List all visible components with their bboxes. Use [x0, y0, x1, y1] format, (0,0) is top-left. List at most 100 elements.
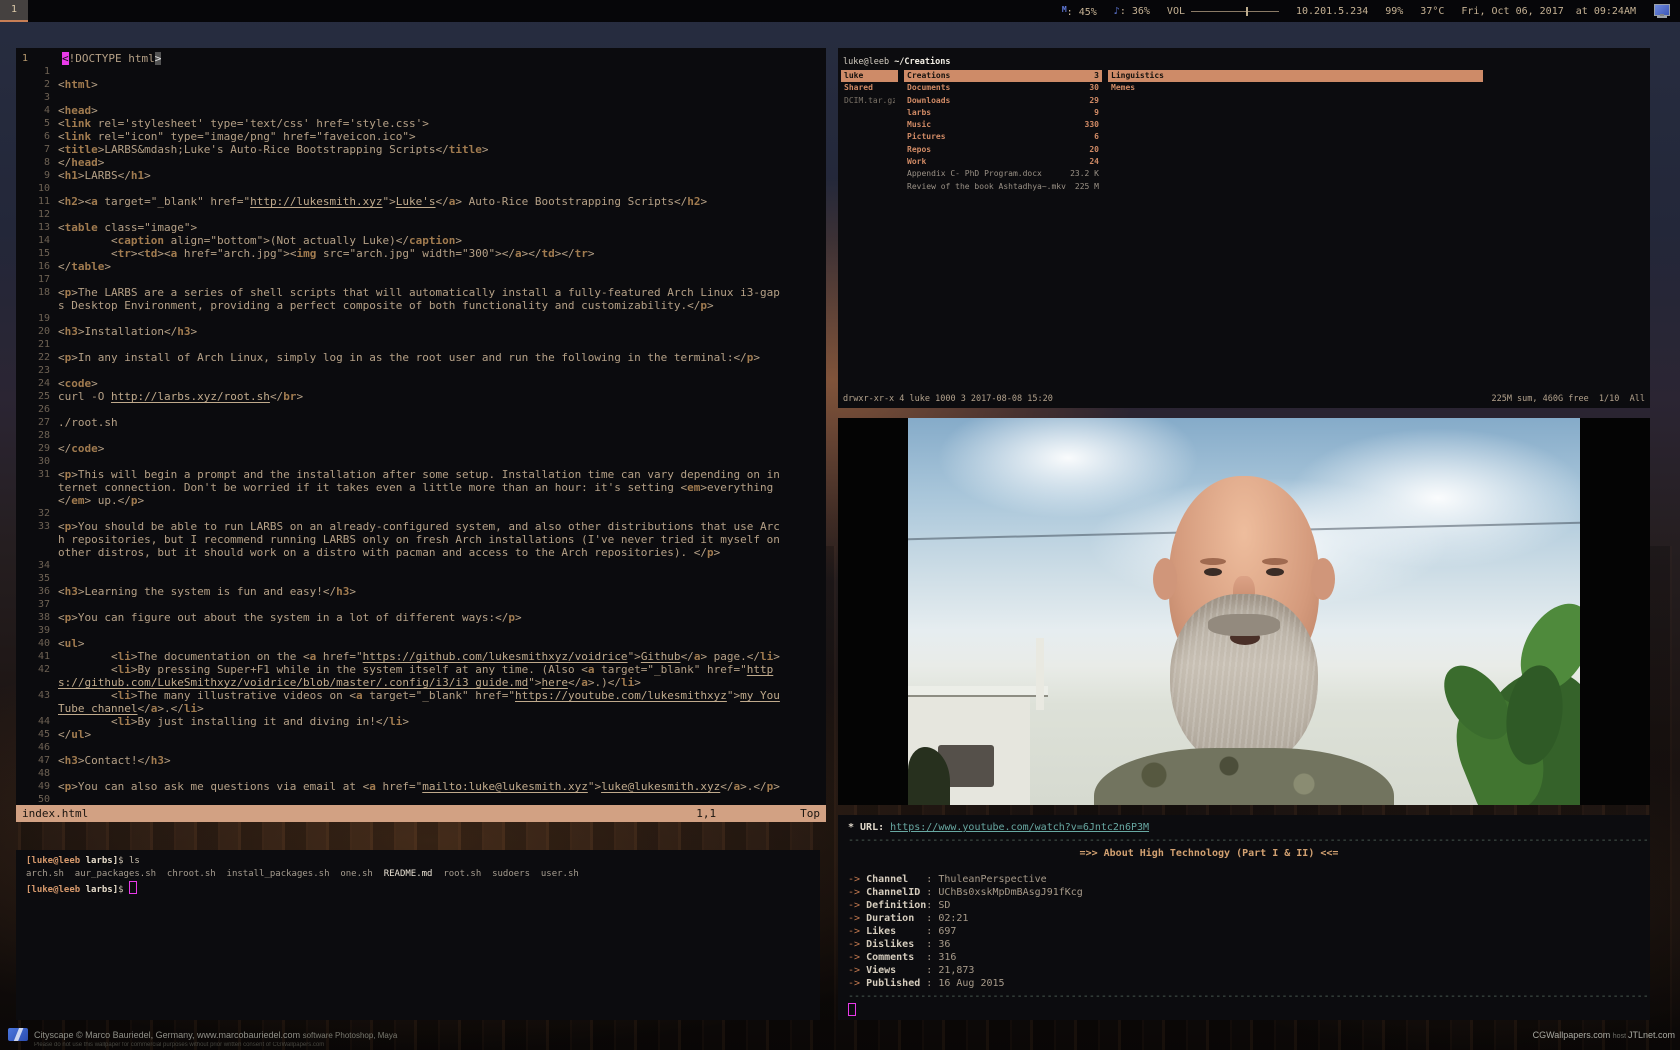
code-text — [58, 455, 786, 468]
code-line: 31<p>This will begin a prompt and the in… — [18, 468, 826, 507]
ranger-parent-column: lukeSharedDCIM.tar.gz — [841, 70, 898, 107]
line-number: 44 — [18, 715, 58, 728]
line-number: 23 — [18, 364, 58, 377]
ranger-row[interactable]: Downloads29 — [904, 95, 1102, 107]
code-text — [58, 403, 786, 416]
tray-monitor-icon[interactable] — [1653, 3, 1672, 20]
shell-prompt-line: [luke@leeb larbs]$ ls — [26, 855, 820, 868]
presenter-mustache — [1208, 614, 1280, 636]
ranger-row[interactable]: Review of the book Ashtadhya~.mkv225 M — [904, 181, 1102, 193]
line-number: 41 — [18, 650, 58, 663]
temperature: 37°C — [1420, 6, 1444, 17]
metadata-row: -> Comments : 316 — [848, 951, 1650, 964]
presenter-brow — [1262, 558, 1288, 565]
line-number: 43 — [18, 689, 58, 715]
line-number: 10 — [18, 182, 58, 195]
code-text: <li>By pressing Super+F1 while in the sy… — [58, 663, 786, 689]
ranger-row[interactable]: Repos20 — [904, 144, 1102, 156]
ranger-row[interactable]: Memes — [1108, 82, 1483, 94]
code-text: <p>You can also ask me questions via ema… — [58, 780, 786, 793]
metadata-row: -> Duration : 02:21 — [848, 912, 1650, 925]
battery-percent: 99% — [1385, 6, 1403, 17]
code-text: </ul> — [58, 728, 786, 741]
ranger-row[interactable]: luke — [841, 70, 898, 82]
ranger-row[interactable]: Music330 — [904, 119, 1102, 131]
ranger-statusbar: drwxr-xr-x 4 luke 1000 3 2017-08-08 15:2… — [843, 393, 1645, 405]
code-line: 15 <tr><td><a href="arch.jpg"><img src="… — [18, 247, 826, 260]
ranger-row[interactable]: Shared — [841, 82, 898, 94]
line-number: 42 — [18, 663, 58, 689]
code-line: 32 — [18, 507, 826, 520]
line-number: 1 — [18, 65, 58, 78]
line-number: 39 — [18, 624, 58, 637]
code-text — [58, 741, 786, 754]
code-text — [58, 208, 786, 221]
code-text: <caption align="bottom">(Not actually Lu… — [58, 234, 786, 247]
shell-terminal-window[interactable]: [luke@leeb larbs]$ lsarch.sh aur_package… — [16, 850, 820, 1020]
ranger-row[interactable]: DCIM.tar.gz — [841, 95, 898, 107]
line-number: 19 — [18, 312, 58, 325]
code-line: 36<h3>Learning the system is fun and eas… — [18, 585, 826, 598]
presenter-brow — [1200, 558, 1226, 565]
line-number: 21 — [18, 338, 58, 351]
code-text: <table class="image"> — [58, 221, 786, 234]
code-text: <p>This will begin a prompt and the inst… — [58, 468, 786, 507]
ranger-row[interactable]: larbs9 — [904, 107, 1102, 119]
line-number: 26 — [18, 403, 58, 416]
presenter-ear — [1153, 558, 1177, 600]
code-text — [58, 65, 786, 78]
metadata-row: -> Dislikes : 36 — [848, 938, 1650, 951]
volume-slider[interactable]: VOL — [1167, 6, 1279, 17]
volume-track — [1191, 11, 1279, 12]
line-number: 13 — [18, 221, 58, 234]
code-line: 24<code> — [18, 377, 826, 390]
code-line: 14 <caption align="bottom">(Not actually… — [18, 234, 826, 247]
code-line: 18<p>The LARBS are a series of shell scr… — [18, 286, 826, 312]
disk-usage: 225M sum, 460G free 1/10 All — [1491, 393, 1645, 405]
ranger-row[interactable]: Appendix C- PhD Program.docx23.2 K — [904, 168, 1102, 180]
line-number: 4 — [18, 104, 58, 117]
line-number: 7 — [18, 143, 58, 156]
code-text: <li>The documentation on the <a href="ht… — [58, 650, 786, 663]
code-text: <code> — [58, 377, 786, 390]
video-url-link[interactable]: https://www.youtube.com/watch?v=6Jntc2n6… — [890, 822, 1149, 833]
code-text: </code> — [58, 442, 786, 455]
code-text: <h3>Installation</h3> — [58, 325, 786, 338]
vim-cursor: < — [62, 52, 69, 65]
code-line: 29</code> — [18, 442, 826, 455]
code-text — [58, 572, 786, 585]
code-line: 11<h2><a target="_blank" href="http://lu… — [18, 195, 826, 208]
ranger-row[interactable]: Work24 — [904, 156, 1102, 168]
workspace-button[interactable]: 1 — [0, 0, 28, 22]
code-text: <h1>LARBS</h1> — [58, 169, 786, 182]
presenter-eye — [1266, 568, 1284, 576]
editor-statusline: index.html 1,1 Top — [16, 805, 826, 822]
editor-window[interactable]: 1<!DOCTYPE html>12<html>34<head>5<link r… — [16, 48, 826, 822]
ranger-row[interactable]: Creations3 — [904, 70, 1102, 82]
code-line: 47<h3>Contact!</h3> — [18, 754, 826, 767]
code-line: 8</head> — [18, 156, 826, 169]
separator: ----------------------------------------… — [848, 990, 1650, 1003]
metadata-row: -> Channel : ThuleanPerspective — [848, 873, 1650, 886]
line-number: 16 — [18, 260, 58, 273]
white-post — [1036, 638, 1044, 710]
volume-handle[interactable] — [1246, 7, 1248, 16]
video-window[interactable] — [838, 418, 1650, 805]
code-line: 10 — [18, 182, 826, 195]
ranger-row[interactable]: Linguistics — [1108, 70, 1483, 82]
ranger-window[interactable]: luke@leeb ~/Creations lukeSharedDCIM.tar… — [838, 48, 1650, 408]
code-text — [58, 559, 786, 572]
code-text: ./root.sh — [58, 416, 786, 429]
ranger-row[interactable]: Pictures6 — [904, 131, 1102, 143]
metadata-row: -> Likes : 697 — [848, 925, 1650, 938]
ranger-row[interactable]: Documents30 — [904, 82, 1102, 94]
code-line: 42 <li>By pressing Super+F1 while in the… — [18, 663, 826, 689]
video-info-terminal[interactable]: * URL: https://www.youtube.com/watch?v=6… — [838, 815, 1650, 1020]
code-line: 37 — [18, 598, 826, 611]
line-number: 38 — [18, 611, 58, 624]
terminal-cursor — [848, 1003, 856, 1016]
code-text — [58, 182, 786, 195]
line-number: 30 — [18, 455, 58, 468]
mail-indicator: M: 45% — [1062, 5, 1097, 18]
code-line: 44 <li>By just installing it and diving … — [18, 715, 826, 728]
